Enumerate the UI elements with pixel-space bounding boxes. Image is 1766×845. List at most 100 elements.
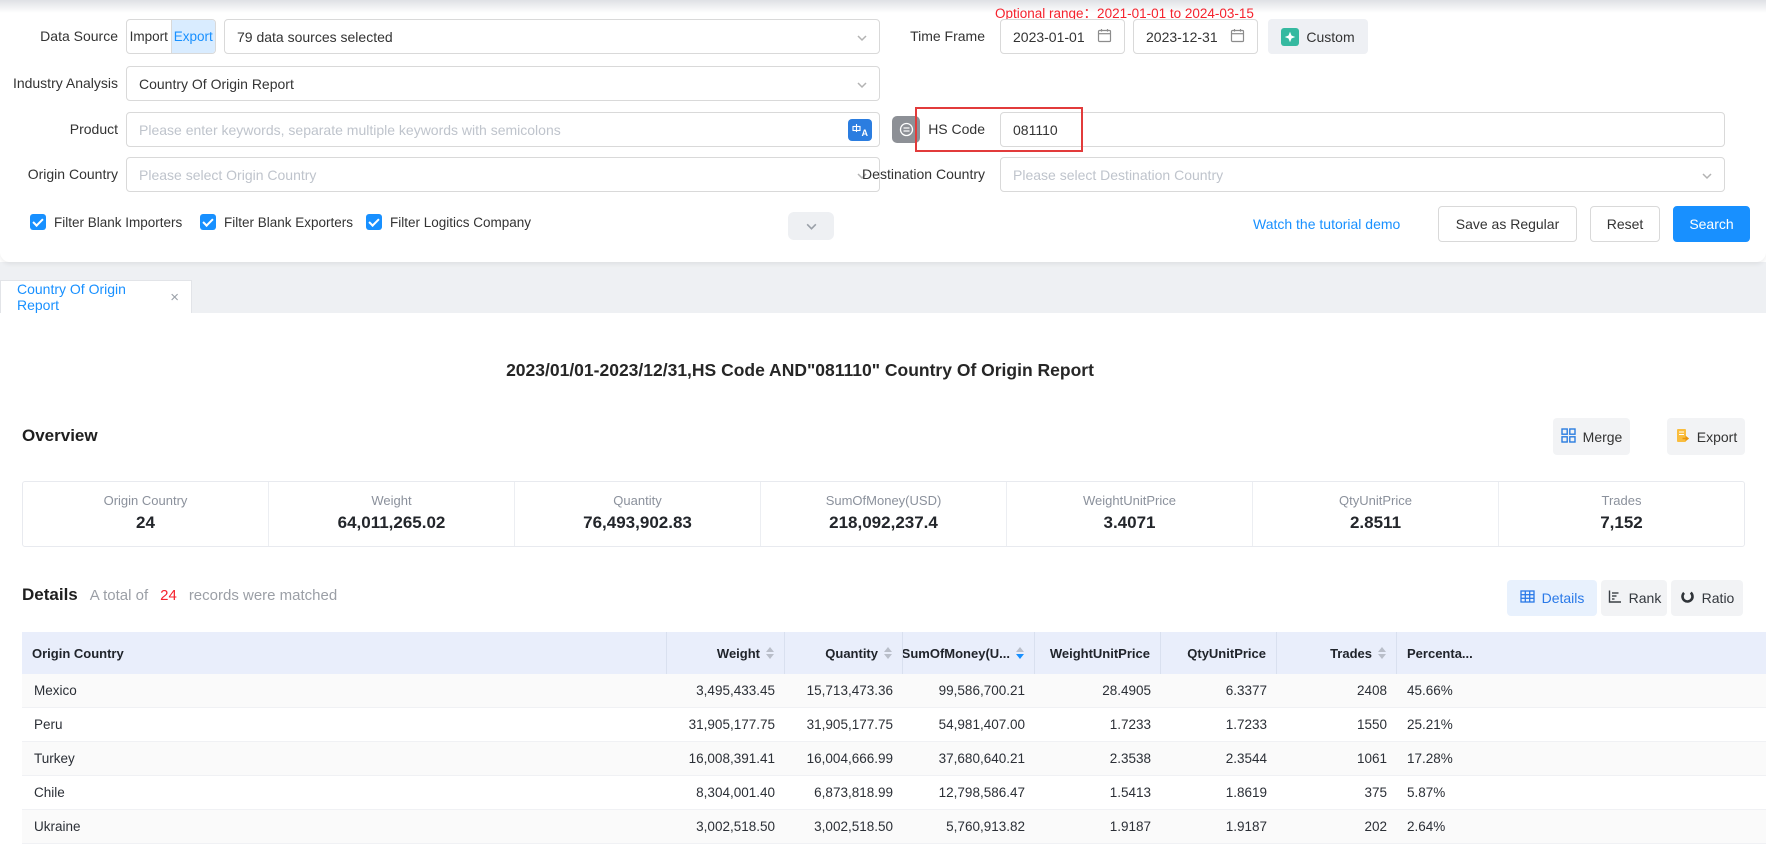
- stat-label: SumOfMoney(USD): [761, 493, 1006, 508]
- stat-value: 24: [23, 513, 268, 533]
- table-icon: [1520, 589, 1535, 607]
- filter-logistics-company-checkbox[interactable]: [366, 214, 382, 230]
- calendar-icon: [1230, 28, 1245, 46]
- view-ratio-label: Ratio: [1702, 590, 1735, 606]
- cell-weight: 8,304,001.40: [667, 785, 785, 800]
- cell-weight-unit-price: 28.4905: [1035, 683, 1161, 698]
- origin-country-placeholder: Please select Origin Country: [139, 167, 316, 183]
- sort-icon[interactable]: [884, 647, 892, 659]
- export-button[interactable]: Export: [1667, 418, 1745, 455]
- col-weight[interactable]: Weight: [667, 632, 785, 674]
- col-sum-of-money[interactable]: SumOfMoney(U...: [903, 632, 1035, 674]
- table-row: Chile 8,304,001.40 6,873,818.99 12,798,5…: [22, 776, 1766, 810]
- bar-chart-icon: [1607, 589, 1622, 607]
- cell-trades: 1550: [1277, 717, 1397, 732]
- cell-sum: 54,981,407.00: [903, 717, 1035, 732]
- tutorial-link[interactable]: Watch the tutorial demo: [1253, 212, 1400, 236]
- destination-country-select[interactable]: Please select Destination Country: [1000, 157, 1725, 192]
- filter-blank-exporters-label: Filter Blank Exporters: [224, 215, 353, 230]
- destination-country-placeholder: Please select Destination Country: [1013, 167, 1223, 183]
- filter-blank-importers: Filter Blank Importers: [30, 214, 182, 230]
- search-button[interactable]: Search: [1673, 206, 1750, 242]
- overview-heading: Overview: [22, 426, 98, 446]
- merge-icon: [1561, 428, 1576, 446]
- industry-analysis-select[interactable]: Country Of Origin Report: [126, 66, 880, 101]
- stat-value: 3.4071: [1007, 513, 1252, 533]
- filter-blank-exporters-checkbox[interactable]: [200, 214, 216, 230]
- hs-code-label: HS Code: [845, 112, 985, 147]
- table-row: Peru 31,905,177.75 31,905,177.75 54,981,…: [22, 708, 1766, 742]
- tab-country-of-origin-report[interactable]: Country Of Origin Report ×: [0, 280, 192, 313]
- close-icon[interactable]: ×: [170, 290, 179, 305]
- table-row: Mexico 3,495,433.45 15,713,473.36 99,586…: [22, 674, 1766, 708]
- page: Optional range：2021-01-01 to 2024-03-15 …: [0, 0, 1766, 845]
- sort-icon-active-desc[interactable]: [1016, 647, 1024, 659]
- view-rank-label: Rank: [1629, 590, 1662, 606]
- stat-qty-unit-price: QtyUnitPrice 2.8511: [1252, 482, 1498, 546]
- table-row: Ukraine 3,002,518.50 3,002,518.50 5,760,…: [22, 810, 1766, 844]
- end-date-value[interactable]: [1146, 29, 1230, 45]
- view-ratio-button[interactable]: Ratio: [1671, 580, 1743, 616]
- cell-trades: 2408: [1277, 683, 1397, 698]
- tab-bar: [0, 262, 1766, 313]
- cell-weight-unit-price: 1.7233: [1035, 717, 1161, 732]
- table-row: Turkey 16,008,391.41 16,004,666.99 37,68…: [22, 742, 1766, 776]
- cell-qty-unit-price: 1.8619: [1161, 785, 1277, 800]
- cell-country: Peru: [22, 717, 667, 732]
- cell-weight-unit-price: 1.9187: [1035, 819, 1161, 834]
- custom-range-button[interactable]: Custom: [1268, 19, 1368, 54]
- data-sources-value: 79 data sources selected: [237, 29, 393, 45]
- cell-sum: 99,586,700.21: [903, 683, 1035, 698]
- table-header-row: Origin Country Weight Quantity SumOfMone…: [22, 632, 1766, 674]
- end-date-input[interactable]: [1133, 19, 1258, 54]
- sort-icon[interactable]: [1378, 647, 1386, 659]
- cell-sum: 5,760,913.82: [903, 819, 1035, 834]
- cell-country: Turkey: [22, 751, 667, 766]
- merge-button[interactable]: Merge: [1553, 418, 1630, 455]
- product-input[interactable]: [139, 122, 841, 138]
- top-shadow: [0, 0, 1766, 13]
- match-prefix: A total of: [90, 587, 148, 604]
- stat-value: 218,092,237.4: [761, 513, 1006, 533]
- cell-sum: 12,798,586.47: [903, 785, 1035, 800]
- chevron-down-icon: [856, 78, 868, 94]
- cell-quantity: 31,905,177.75: [785, 717, 903, 732]
- cell-percentage: 45.66%: [1397, 683, 1766, 698]
- export-toggle-button[interactable]: Export: [172, 20, 216, 53]
- stat-weight: Weight 64,011,265.02: [268, 482, 514, 546]
- import-toggle-button[interactable]: Import: [127, 20, 172, 53]
- collapse-form-button[interactable]: [788, 212, 834, 240]
- view-details-button[interactable]: Details: [1507, 580, 1597, 616]
- cell-weight: 16,008,391.41: [667, 751, 785, 766]
- stat-value: 64,011,265.02: [269, 513, 514, 533]
- product-label: Product: [0, 112, 118, 147]
- stat-weight-unit-price: WeightUnitPrice 3.4071: [1006, 482, 1252, 546]
- industry-analysis-value: Country Of Origin Report: [139, 76, 294, 92]
- report-title: 2023/01/01-2023/12/31,HS Code AND"081110…: [0, 360, 1766, 381]
- save-as-regular-button[interactable]: Save as Regular: [1438, 206, 1577, 242]
- merge-label: Merge: [1583, 429, 1623, 445]
- chevron-down-icon: [805, 220, 818, 233]
- cell-quantity: 3,002,518.50: [785, 819, 903, 834]
- start-date-input[interactable]: [1000, 19, 1125, 54]
- stat-sum-of-money: SumOfMoney(USD) 218,092,237.4: [760, 482, 1006, 546]
- view-details-label: Details: [1542, 590, 1585, 606]
- chevron-down-icon: [1701, 169, 1713, 185]
- reset-button[interactable]: Reset: [1590, 206, 1660, 242]
- filter-blank-importers-checkbox[interactable]: [30, 214, 46, 230]
- cell-percentage: 5.87%: [1397, 785, 1766, 800]
- col-qty-unit-price: QtyUnitPrice: [1161, 632, 1277, 674]
- cell-quantity: 15,713,473.36: [785, 683, 903, 698]
- sort-icon[interactable]: [766, 647, 774, 659]
- view-rank-button[interactable]: Rank: [1601, 580, 1667, 616]
- cell-percentage: 2.64%: [1397, 819, 1766, 834]
- col-trades[interactable]: Trades: [1277, 632, 1397, 674]
- data-sources-select[interactable]: 79 data sources selected: [224, 19, 880, 54]
- stat-quantity: Quantity 76,493,902.83: [514, 482, 760, 546]
- details-header: Details A total of 24 records were match…: [22, 585, 337, 605]
- hs-code-input[interactable]: [1013, 122, 1712, 138]
- start-date-value[interactable]: [1013, 29, 1097, 45]
- origin-country-select[interactable]: Please select Origin Country: [126, 157, 880, 192]
- col-quantity[interactable]: Quantity: [785, 632, 903, 674]
- hs-code-input-wrap: [1000, 112, 1725, 147]
